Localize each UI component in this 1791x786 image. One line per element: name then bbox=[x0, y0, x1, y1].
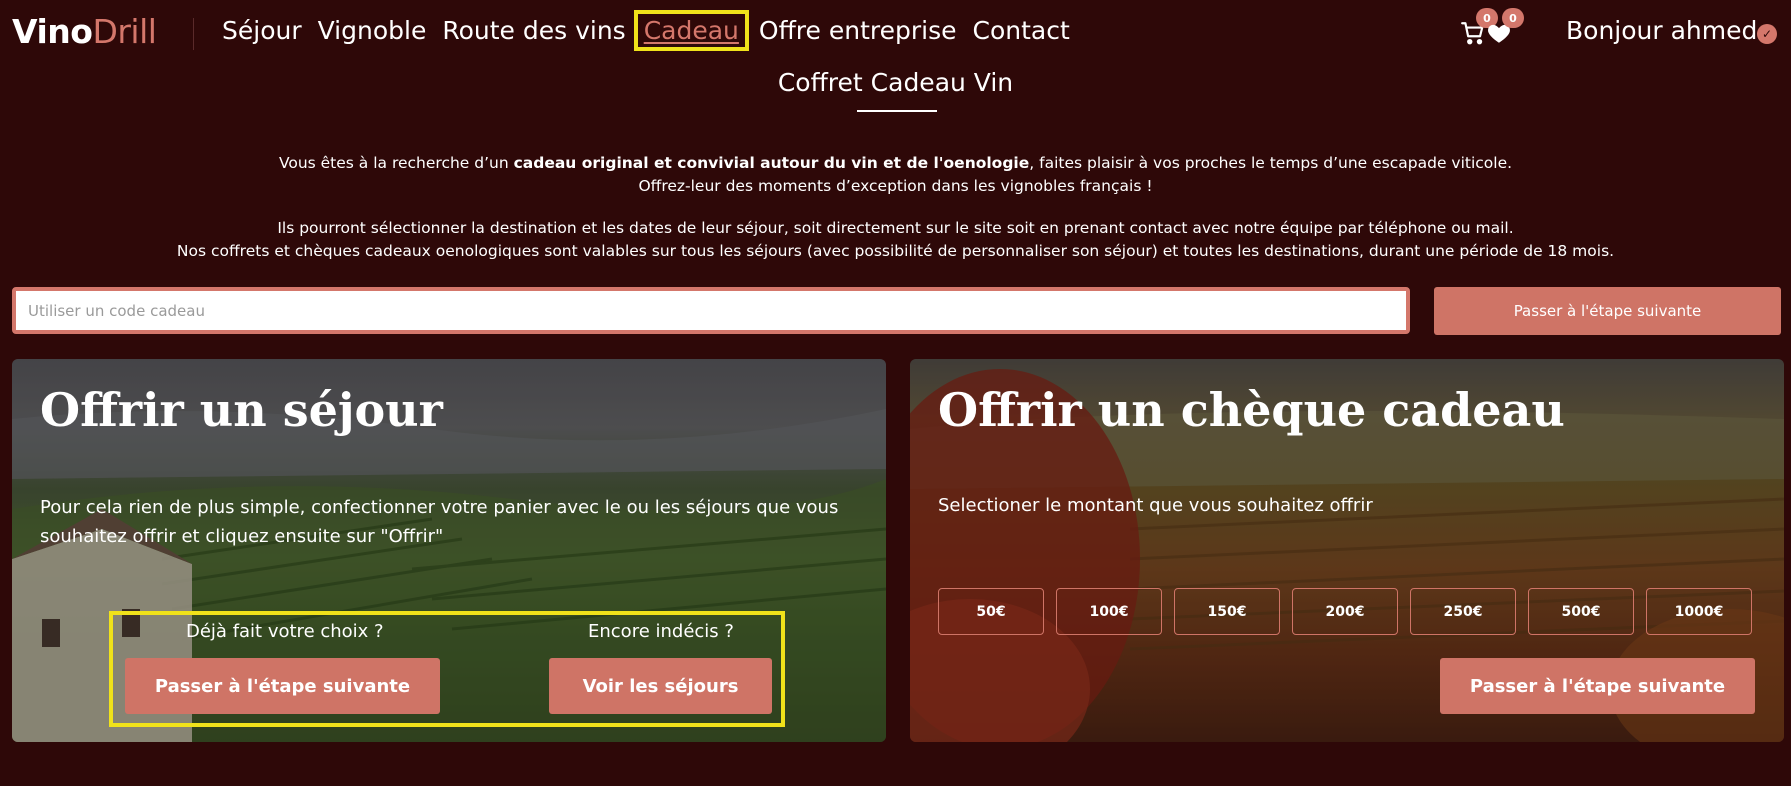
intro-line-2: Offrez-leur des moments d’exception dans… bbox=[638, 177, 1153, 195]
offer-cheque-card: Offrir un chèque cadeau Selectioner le m… bbox=[910, 359, 1784, 742]
gift-code-next-button[interactable]: Passer à l'étape suivante bbox=[1434, 287, 1781, 335]
offer-cheque-title: Offrir un chèque cadeau bbox=[938, 383, 1565, 437]
intro-text-a: Vous êtes à la recherche d’un bbox=[278, 154, 514, 172]
highlight-box bbox=[109, 611, 785, 727]
amount-option[interactable]: 200€ bbox=[1292, 588, 1398, 635]
intro-line-4: Nos coffrets et chèques cadeaux oenologi… bbox=[176, 242, 1615, 260]
amount-option[interactable]: 1000€ bbox=[1646, 588, 1752, 635]
offer-stay-description: Pour cela rien de plus simple, confectio… bbox=[40, 497, 839, 547]
intro-text-bold: cadeau original et convivial autour du v… bbox=[513, 154, 1030, 172]
user-greeting[interactable]: Bonjour ahmed bbox=[1566, 16, 1757, 45]
nav-item-cadeau[interactable]: Cadeau bbox=[633, 10, 749, 51]
cheque-next-step-button[interactable]: Passer à l'étape suivante bbox=[1440, 658, 1755, 714]
logo[interactable]: VinoDrill bbox=[12, 12, 157, 51]
nav-item-route-des-vins[interactable]: Route des vins bbox=[442, 16, 625, 45]
nav-item-contact[interactable]: Contact bbox=[973, 16, 1070, 45]
heart-button[interactable]: 0 bbox=[1486, 8, 1524, 46]
wishlist-count-badge: 0 bbox=[1502, 8, 1524, 28]
nav-item-vignoble[interactable]: Vignoble bbox=[318, 16, 427, 45]
offer-cheque-description: Selectioner le montant que vous souhaite… bbox=[938, 495, 1373, 516]
amount-option[interactable]: 150€ bbox=[1174, 588, 1280, 635]
amount-option[interactable]: 50€ bbox=[938, 588, 1044, 635]
main-nav: Séjour Vignoble Route des vins Cadeau Of… bbox=[222, 10, 1086, 51]
amount-options: 50€ 100€ 150€ 200€ 250€ 500€ 1000€ bbox=[938, 588, 1752, 635]
page-title: Coffret Cadeau Vin bbox=[777, 68, 1014, 97]
gift-code-input[interactable] bbox=[12, 287, 1410, 334]
amount-option[interactable]: 100€ bbox=[1056, 588, 1162, 635]
nav-item-offre-entreprise[interactable]: Offre entreprise bbox=[759, 16, 957, 45]
title-underline bbox=[857, 110, 937, 112]
amount-option[interactable]: 250€ bbox=[1410, 588, 1516, 635]
logo-part-2: Drill bbox=[92, 12, 157, 51]
header-divider bbox=[193, 18, 194, 50]
intro-line-1: Vous êtes à la recherche d’un cadeau ori… bbox=[0, 152, 1791, 175]
logo-part-1: Vino bbox=[12, 12, 93, 51]
intro-line-3: Ils pourront sélectionner la destination… bbox=[277, 219, 1514, 237]
offer-stay-card: Offrir un séjour Pour cela rien de plus … bbox=[12, 359, 886, 742]
nav-item-sejour[interactable]: Séjour bbox=[222, 16, 302, 45]
verified-icon: ✓ bbox=[1757, 24, 1777, 44]
intro-text-c: , faites plaisir à vos proches le temps … bbox=[1029, 154, 1513, 172]
amount-option[interactable]: 500€ bbox=[1528, 588, 1634, 635]
cart-button[interactable]: 0 bbox=[1460, 8, 1498, 46]
offer-stay-title: Offrir un séjour bbox=[40, 383, 443, 437]
